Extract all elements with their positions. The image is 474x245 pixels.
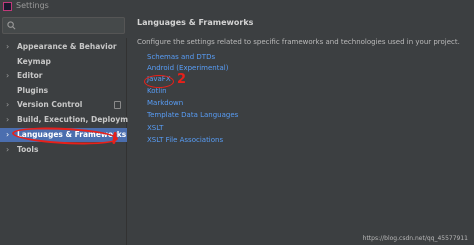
annotation-step-two: 2: [177, 72, 187, 87]
sidebar-item-version-control[interactable]: › Version Control: [0, 98, 127, 112]
sidebar-item-plugins[interactable]: Plugins: [0, 84, 127, 98]
sidebar-item-label: Keymap: [17, 57, 51, 66]
sidebar-item-tools[interactable]: › Tools: [0, 143, 127, 157]
sidebar-item-appearance-behavior[interactable]: › Appearance & Behavior: [0, 40, 127, 54]
settings-content-panel: Languages & Frameworks Configure the set…: [128, 14, 474, 245]
link-android-experimental[interactable]: Android (Experimental): [147, 64, 228, 72]
link-kotlin[interactable]: Kotlin: [147, 87, 167, 95]
project-scope-icon: [114, 101, 121, 109]
page-description: Configure the settings related to specif…: [137, 38, 460, 46]
annotation-circle-javafx: [144, 75, 174, 88]
search-icon: [7, 21, 16, 30]
page-title: Languages & Frameworks: [137, 18, 254, 27]
sidebar-item-label: Appearance & Behavior: [17, 42, 117, 51]
chevron-right-icon[interactable]: ›: [6, 40, 9, 54]
settings-search-input[interactable]: [2, 17, 125, 34]
link-schemas-and-dtds[interactable]: Schemas and DTDs: [147, 53, 215, 61]
link-markdown[interactable]: Markdown: [147, 99, 183, 107]
link-xslt[interactable]: XSLT: [147, 124, 163, 132]
sidebar-item-keymap[interactable]: Keymap: [0, 55, 127, 69]
chevron-right-icon[interactable]: ›: [6, 98, 9, 112]
sidebar-item-build-execution-deployment[interactable]: › Build, Execution, Deployment: [0, 113, 142, 127]
sidebar-item-label: Build, Execution, Deployment: [17, 115, 143, 124]
link-xslt-file-associations[interactable]: XSLT File Associations: [147, 136, 223, 144]
chevron-right-icon[interactable]: ›: [6, 69, 9, 83]
sidebar-item-label: Plugins: [17, 86, 49, 95]
sidebar-item-label: Tools: [17, 145, 39, 154]
intellij-app-icon: [3, 2, 12, 11]
link-template-data-languages[interactable]: Template Data Languages: [147, 111, 238, 119]
window-title: Settings: [16, 1, 49, 10]
sidebar-item-label: Editor: [17, 71, 43, 80]
title-bar: Settings: [0, 0, 474, 14]
chevron-right-icon[interactable]: ›: [6, 143, 9, 157]
watermark: https://blog.csdn.net/qq_45577911: [362, 235, 468, 242]
chevron-right-icon[interactable]: ›: [6, 113, 9, 127]
sidebar-item-label: Version Control: [17, 100, 83, 109]
sidebar-item-editor[interactable]: › Editor: [0, 69, 127, 83]
chevron-right-icon[interactable]: ›: [6, 128, 9, 142]
